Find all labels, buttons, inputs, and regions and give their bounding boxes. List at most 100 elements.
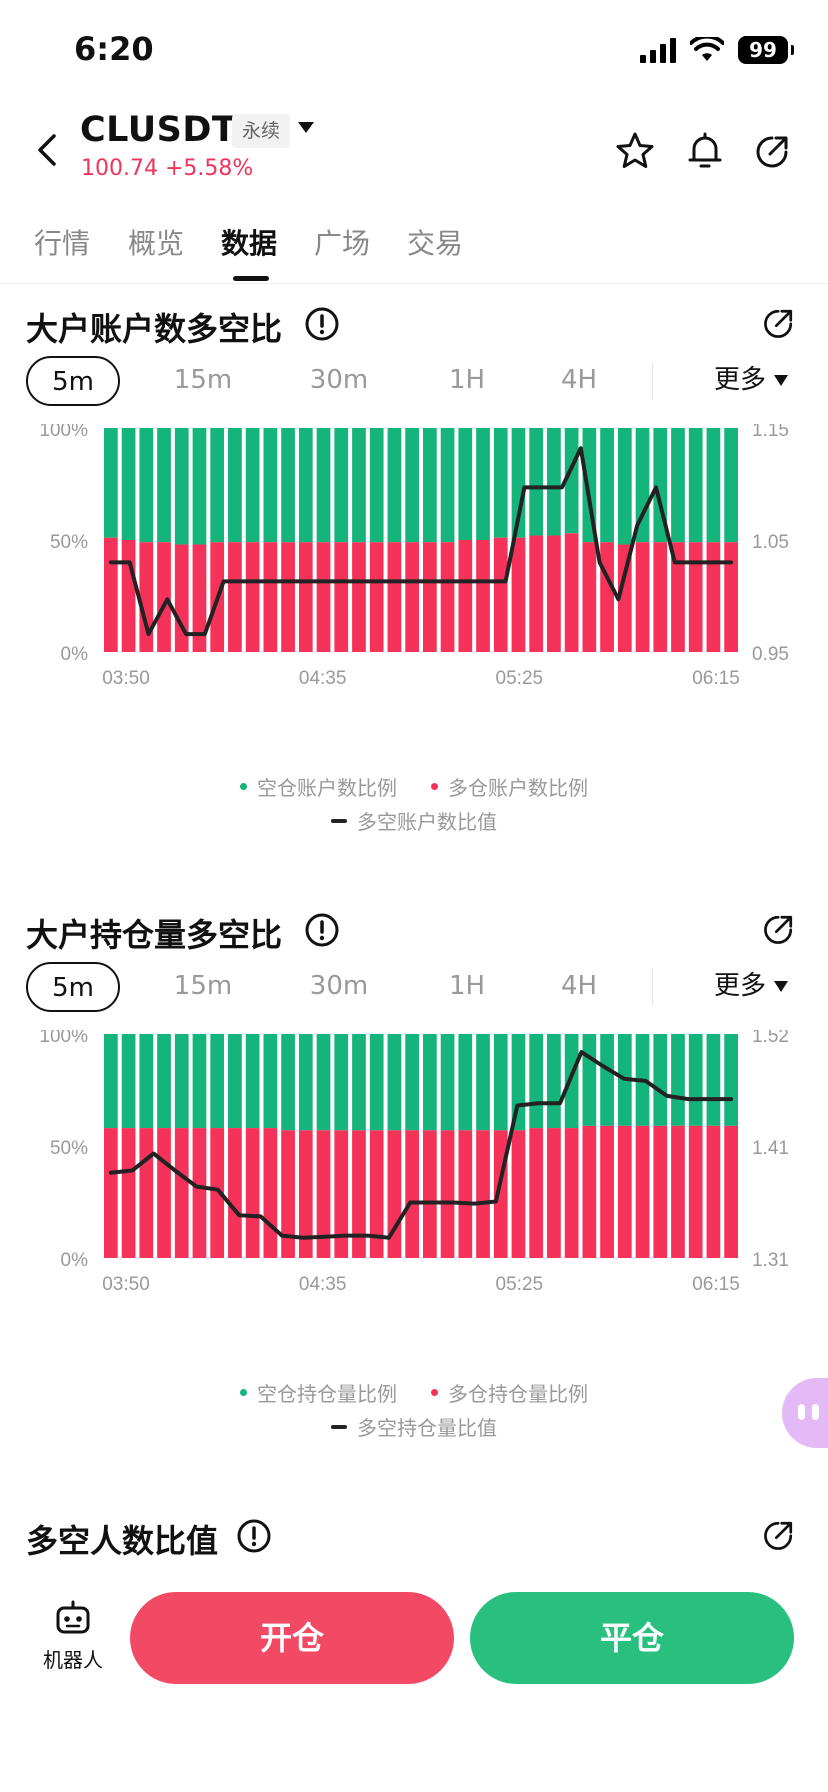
period-1h[interactable]: 1H xyxy=(420,356,514,406)
tab-overview[interactable]: 概览 xyxy=(128,222,184,262)
short-bar xyxy=(104,1034,118,1129)
legend-item-ratio: 多空账户数比值 xyxy=(331,806,497,835)
short-bar xyxy=(192,428,207,545)
y-left-tick-label: 50% xyxy=(50,1138,88,1159)
status-time: 6:20 xyxy=(74,30,154,68)
y-left-tick-label: 100% xyxy=(39,424,88,441)
legend-item-ratio: 多空持仓量比值 xyxy=(331,1412,497,1441)
x-tick-label: 05:25 xyxy=(496,1274,544,1295)
short-bar xyxy=(617,428,632,545)
short-bar xyxy=(423,1034,437,1131)
short-bar xyxy=(423,428,437,543)
share-icon[interactable] xyxy=(760,910,798,948)
caret-down-icon xyxy=(774,981,789,992)
robot-button[interactable]: 机器人 xyxy=(36,1600,110,1673)
short-bar xyxy=(476,1034,490,1131)
short-bar xyxy=(316,1034,331,1131)
share-icon[interactable] xyxy=(752,130,794,172)
legend-line xyxy=(331,818,347,823)
long-bar xyxy=(511,1130,526,1258)
symbol-title: CLUSDT xyxy=(80,110,237,150)
legend-line xyxy=(331,1424,347,1429)
bell-icon[interactable] xyxy=(684,130,726,172)
tab-square[interactable]: 广场 xyxy=(314,222,370,262)
bottom-action-bar: 机器人 开仓 平仓 xyxy=(0,1556,828,1792)
period-5m[interactable]: 5m xyxy=(26,962,120,1012)
header: CLUSDT 永续 100.74 +5.58% xyxy=(0,100,828,200)
legend-label: 空仓持仓量比例 xyxy=(257,1382,397,1406)
short-bar xyxy=(174,428,189,545)
tab-market[interactable]: 行情 xyxy=(34,222,90,262)
period-30m[interactable]: 30m xyxy=(292,962,386,1012)
info-icon[interactable] xyxy=(236,1518,272,1554)
short-bar xyxy=(139,1034,154,1129)
long-bar xyxy=(706,542,721,652)
divider xyxy=(652,362,653,400)
section-account-ratio: 大户账户数多空比 5m 15m 30m 1H 4H 更多 100% 50% 0% 1.… xyxy=(0,304,828,844)
long-bar xyxy=(653,1125,668,1258)
long-bar xyxy=(157,1128,171,1258)
short-bar xyxy=(369,428,384,543)
short-bar xyxy=(369,1034,384,1131)
period-15m[interactable]: 15m xyxy=(156,356,250,406)
cellular-signal-icon xyxy=(640,37,676,63)
x-tick-label: 06:15 xyxy=(692,668,740,689)
long-bar xyxy=(529,1128,544,1258)
period-30m[interactable]: 30m xyxy=(292,356,386,406)
long-bar xyxy=(245,542,260,652)
short-bar xyxy=(458,1034,473,1131)
x-tick-label: 03:50 xyxy=(102,668,150,689)
short-bar xyxy=(281,428,295,543)
period-selector: 5m 15m 30m 1H 4H 更多 xyxy=(0,356,828,406)
period-4h[interactable]: 4H xyxy=(532,962,626,1012)
legend-item-long: 多仓持仓量比例 xyxy=(431,1378,588,1407)
short-bar xyxy=(600,428,614,543)
share-icon[interactable] xyxy=(760,1516,798,1554)
long-bar xyxy=(192,1128,207,1258)
short-bar xyxy=(334,428,349,543)
back-icon[interactable] xyxy=(28,130,68,170)
tab-trade[interactable]: 交易 xyxy=(407,222,463,262)
open-position-button[interactable]: 开仓 xyxy=(130,1592,454,1684)
long-bar xyxy=(600,542,614,652)
symbol-dropdown-icon[interactable] xyxy=(298,122,314,133)
more-periods-button[interactable]: 更多 xyxy=(714,962,789,1012)
long-bar xyxy=(653,542,668,652)
long-bar xyxy=(281,542,295,652)
legend-label: 多仓持仓量比例 xyxy=(448,1382,588,1406)
x-tick-label: 03:50 xyxy=(102,1274,150,1295)
battery-icon: 99 xyxy=(738,36,794,64)
short-bar xyxy=(564,1034,579,1129)
info-icon[interactable] xyxy=(304,306,340,342)
legend-dot xyxy=(240,783,247,790)
long-bar xyxy=(724,542,738,652)
period-1h[interactable]: 1H xyxy=(420,962,514,1012)
long-bar xyxy=(352,542,366,652)
close-position-button[interactable]: 平仓 xyxy=(470,1592,794,1684)
short-bar xyxy=(387,1034,402,1131)
more-label: 更多 xyxy=(714,971,767,1001)
short-bar xyxy=(600,1034,614,1126)
short-bar xyxy=(387,428,402,543)
short-bar xyxy=(493,1034,508,1131)
long-bar xyxy=(139,1128,154,1258)
long-bar xyxy=(476,540,490,652)
period-5m[interactable]: 5m xyxy=(26,356,120,406)
period-15m[interactable]: 15m xyxy=(156,962,250,1012)
long-bar xyxy=(493,537,508,652)
more-periods-button[interactable]: 更多 xyxy=(714,356,789,406)
long-bar xyxy=(334,542,349,652)
info-icon[interactable] xyxy=(304,912,340,948)
short-bar xyxy=(671,1034,685,1126)
legend-dot xyxy=(431,783,438,790)
share-icon[interactable] xyxy=(760,304,798,342)
short-bar xyxy=(405,428,419,543)
long-bar xyxy=(582,542,597,652)
period-4h[interactable]: 4H xyxy=(532,356,626,406)
tab-data[interactable]: 数据 xyxy=(221,222,277,262)
active-tab-indicator xyxy=(233,276,269,281)
star-icon[interactable] xyxy=(614,130,656,172)
status-bar: 6:20 99 xyxy=(0,0,828,100)
long-bar xyxy=(263,542,278,652)
long-bar xyxy=(511,537,526,652)
